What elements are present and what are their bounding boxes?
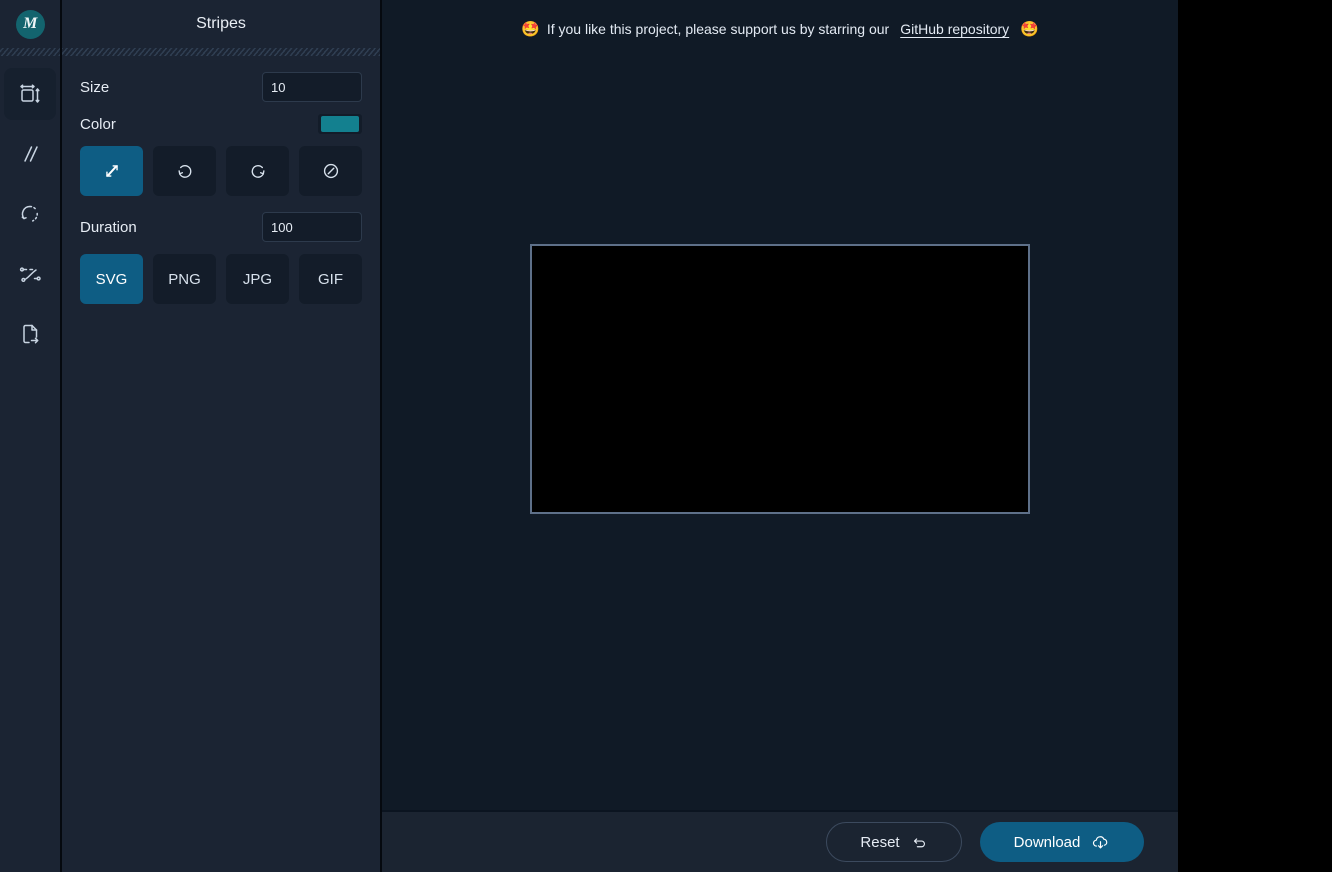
format-button-svg[interactable]: SVG (80, 254, 143, 304)
rotate-dashed-icon (18, 202, 42, 226)
direction-button-forward[interactable] (226, 146, 289, 196)
duration-input[interactable] (262, 212, 362, 242)
format-button-png[interactable]: PNG (153, 254, 216, 304)
circle-slash-icon (320, 160, 342, 182)
banner-text: If you like this project, please support… (546, 21, 890, 37)
app-root: M Stripes Size 10 Color Duration 100 SVG… (0, 0, 1332, 872)
format-button-group: SVG PNG JPG GIF (80, 254, 362, 304)
support-banner: 🤩 If you like this project, please suppo… (382, 0, 1178, 58)
preview-canvas[interactable] (535, 249, 1025, 509)
panel-hatched-divider (62, 48, 380, 56)
reset-button[interactable]: Reset (826, 822, 962, 862)
sidebar-item-export[interactable] (4, 308, 56, 360)
reset-button-label: Reset (860, 833, 900, 851)
star-struck-emoji-right: 🤩 (1020, 20, 1039, 38)
rail-hatched-divider (0, 48, 60, 56)
panel-body: Size Color (62, 56, 380, 872)
cloud-download-icon (1091, 833, 1110, 852)
resize-icon (18, 82, 42, 106)
direction-button-group (80, 146, 362, 196)
stage: 🤩 If you like this project, please suppo… (382, 0, 1178, 872)
sidebar-item-size[interactable] (4, 68, 56, 120)
star-struck-emoji-left: 🤩 (521, 20, 540, 38)
rotate-cw-icon (247, 160, 269, 182)
control-panel: Stripes Size Color (62, 0, 382, 872)
canvas-area (382, 58, 1178, 810)
download-button-label: Download (1013, 833, 1081, 851)
size-row: Size (80, 72, 362, 102)
format-button-jpg[interactable]: JPG (226, 254, 289, 304)
color-swatch (321, 116, 359, 132)
color-picker-button[interactable] (318, 114, 362, 134)
app-viewport: M Stripes Size 10 Color Duration 100 SVG… (0, 0, 1178, 872)
size-label: Size (80, 78, 110, 96)
download-button[interactable]: Download (980, 822, 1144, 862)
github-repository-link[interactable]: GitHub repository (900, 21, 1009, 37)
duration-label: Duration (80, 218, 137, 236)
panel-title: Stripes (196, 15, 246, 32)
duration-row: Duration (80, 212, 362, 242)
sidebar-item-stripes[interactable] (4, 128, 56, 180)
rail-item-list (0, 68, 60, 360)
size-input[interactable] (262, 72, 362, 102)
stripes-icon (18, 142, 42, 166)
format-button-gif[interactable]: GIF (299, 254, 362, 304)
app-logo[interactable]: M (15, 9, 45, 39)
direction-button-alternate[interactable] (80, 146, 143, 196)
footer-bar: Reset Download (382, 810, 1178, 872)
direction-button-none[interactable] (299, 146, 362, 196)
sidebar-item-rotation[interactable] (4, 188, 56, 240)
color-label: Color (80, 115, 116, 133)
color-row: Color (80, 114, 362, 134)
preview-canvas-frame[interactable] (530, 244, 1030, 514)
diagonal-arrows-icon (101, 160, 123, 182)
file-export-icon (18, 322, 42, 346)
icon-rail: M (0, 0, 62, 872)
rotate-ccw-icon (174, 160, 196, 182)
direction-button-reverse[interactable] (153, 146, 216, 196)
undo-arrow-icon (911, 834, 928, 851)
easing-curve-icon (18, 262, 42, 286)
logo-container: M (0, 0, 60, 48)
sidebar-item-easing[interactable] (4, 248, 56, 300)
